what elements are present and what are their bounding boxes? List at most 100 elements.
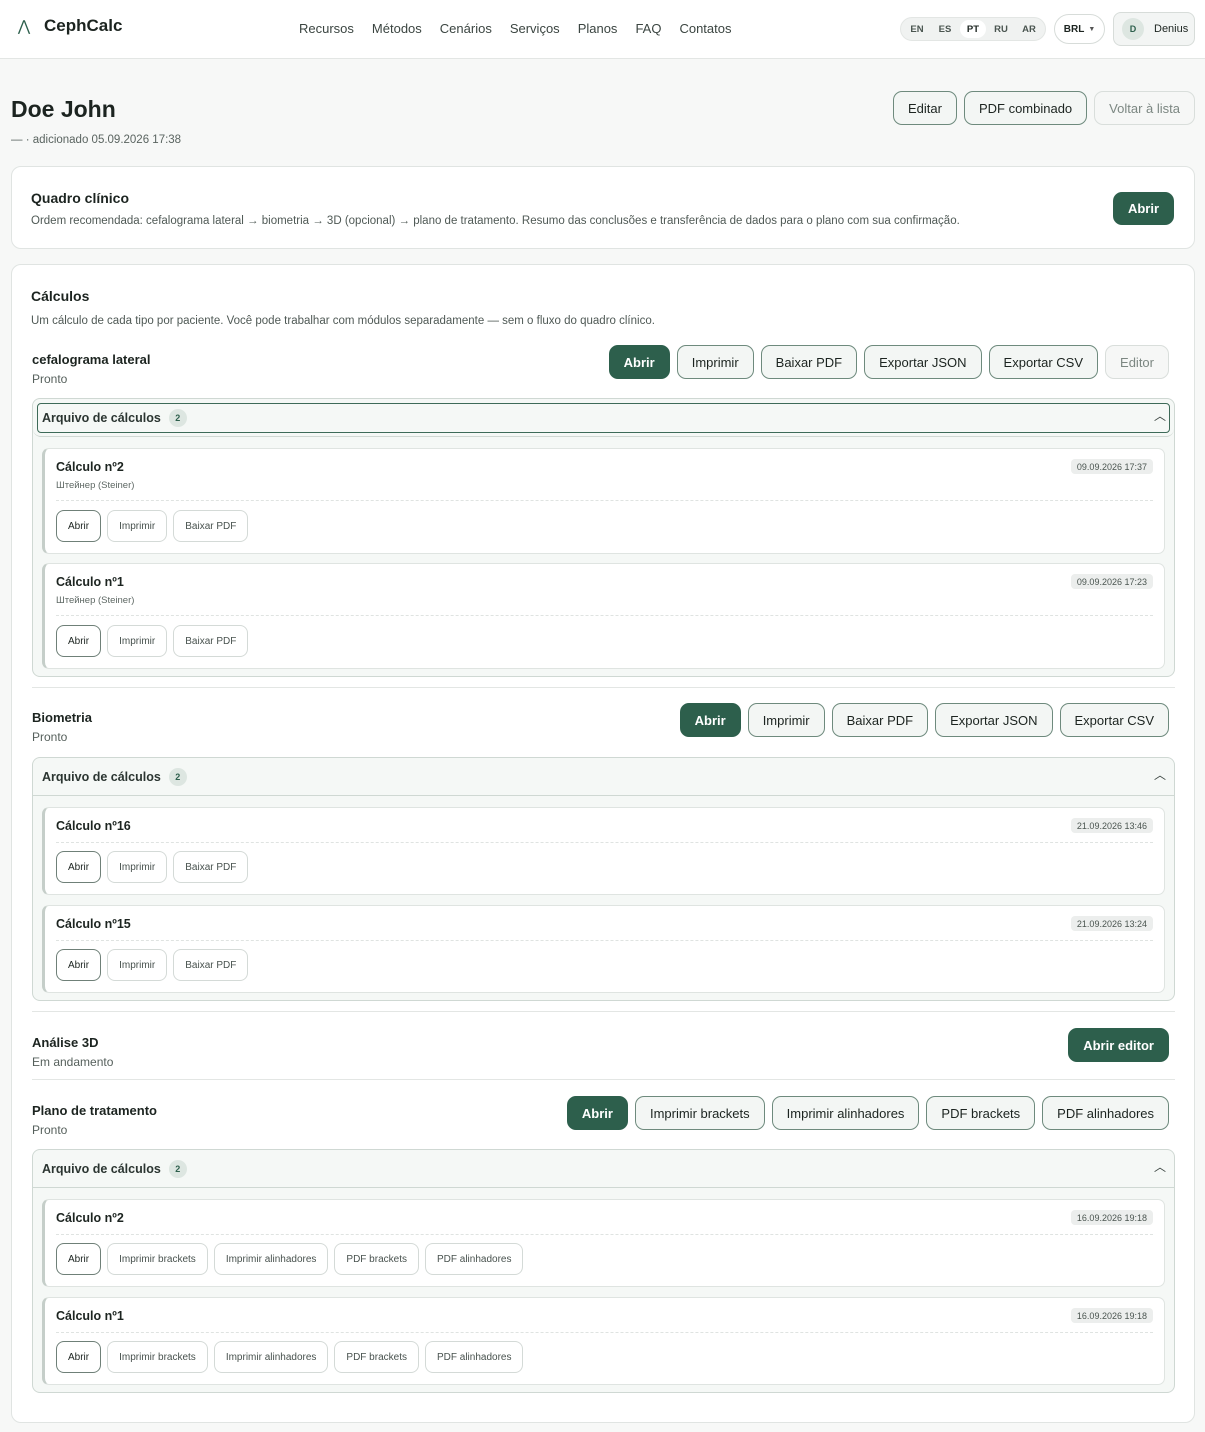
nav-link-cenarios[interactable]: Cenários [440,21,492,36]
archive-header[interactable]: Arquivo de cálculos 2 ︿ [33,399,1174,437]
calc-open-button[interactable]: Abrir [56,949,102,981]
module-divider [32,1079,1175,1080]
calc-title: Cálculo nº1 [56,1309,124,1323]
calc-open-button[interactable]: Abrir [56,1243,102,1275]
calculations-title: Cálculos [31,288,90,304]
module-biometry: Biometria Pronto Abrir Imprimir Baixar P… [32,703,1175,750]
calc-print-button[interactable]: Imprimir [107,949,168,981]
module-divider [32,1011,1175,1012]
calc-open-button[interactable]: Abrir [56,851,102,883]
calc-item: Cálculo nº2 16.09.2026 19:18 Abrir Impri… [42,1199,1165,1287]
calc-date: 09.09.2026 17:23 [1070,574,1153,589]
calc-download-pdf-button[interactable]: Baixar PDF [173,625,249,657]
calc-print-button[interactable]: Imprimir [107,625,168,657]
module-name: cefalograma lateral [32,352,151,367]
nav-link-planos[interactable]: Planos [578,21,618,36]
currency-select[interactable]: BRL ▼ [1054,14,1105,44]
export-csv-button[interactable]: Exportar CSV [988,345,1099,379]
logo-text: CephCalc [44,16,123,35]
divider [56,1234,1153,1235]
archive-biometry: Arquivo de cálculos 2 ︿ Cálculo nº16 21.… [32,757,1175,1001]
nav-link-metodos[interactable]: Métodos [372,21,422,36]
open-button[interactable]: Abrir [608,345,670,379]
module-actions: Abrir Imprimir brackets Imprimir alinhad… [566,1096,1169,1130]
export-csv-button[interactable]: Exportar CSV [1059,703,1169,737]
divider [56,940,1153,941]
calc-download-pdf-button[interactable]: Baixar PDF [173,949,249,981]
edit-button[interactable]: Editar [892,91,957,125]
archive-header[interactable]: Arquivo de cálculos 2 ︿ [33,758,1174,796]
calc-download-pdf-button[interactable]: Baixar PDF [173,510,249,542]
lang-es[interactable]: ES [932,20,958,38]
calc-print-aligners-button[interactable]: Imprimir alinhadores [213,1243,329,1275]
logo[interactable]: ⋀ CephCalc [14,16,123,36]
print-button[interactable]: Imprimir [676,345,754,379]
page-title: Doe John [11,96,116,122]
module-actions: Abrir Imprimir Baixar PDF Exportar JSON … [679,703,1169,737]
count-badge: 2 [168,767,187,786]
count-badge: 2 [168,1159,187,1178]
lang-ar[interactable]: AR [1016,20,1042,38]
calc-print-button[interactable]: Imprimir [107,851,168,883]
module-status: Pronto [32,730,68,744]
module-actions: Abrir editor [1068,1028,1169,1062]
module-name: Plano de tratamento [32,1103,157,1118]
print-aligners-button[interactable]: Imprimir alinhadores [771,1096,920,1130]
nav-link-recursos[interactable]: Recursos [299,21,354,36]
lang-pt[interactable]: PT [960,20,986,38]
export-json-button[interactable]: Exportar JSON [864,345,982,379]
calc-pdf-brackets-button[interactable]: PDF brackets [334,1243,419,1275]
module-ceph: cefalograma lateral Pronto Abrir Imprimi… [32,345,1175,392]
chevron-up-icon[interactable]: ︿ [1154,410,1166,422]
calc-print-brackets-button[interactable]: Imprimir brackets [107,1341,208,1373]
calc-actions: Abrir Imprimir Baixar PDF [56,625,249,657]
module-actions: Abrir Imprimir Baixar PDF Exportar JSON … [608,345,1169,379]
chevron-up-icon[interactable]: ︿ [1154,769,1166,781]
calc-print-brackets-button[interactable]: Imprimir brackets [107,1243,208,1275]
calc-print-aligners-button[interactable]: Imprimir alinhadores [213,1341,329,1373]
calc-open-button[interactable]: Abrir [56,625,102,657]
nav-link-servicos[interactable]: Serviços [510,21,560,36]
calc-title: Cálculo nº2 [56,460,124,474]
calculations-description: Um cálculo de cada tipo por paciente. Vo… [31,315,655,327]
lang-ru[interactable]: RU [988,20,1014,38]
nav-link-contatos[interactable]: Contatos [679,21,731,36]
back-to-list-button[interactable]: Voltar à lista [1094,91,1195,125]
top-navigation-bar: ⋀ CephCalc Recursos Métodos Cenários Ser… [0,0,1205,59]
pdf-aligners-button[interactable]: PDF alinhadores [1042,1096,1169,1130]
calc-actions: Abrir Imprimir Baixar PDF [56,851,249,883]
lang-en[interactable]: EN [904,20,930,38]
calc-open-button[interactable]: Abrir [56,1341,102,1373]
calc-pdf-aligners-button[interactable]: PDF alinhadores [424,1341,524,1373]
calculations-card: Cálculos Um cálculo de cada tipo por pac… [11,264,1195,1423]
open-button[interactable]: Abrir [679,703,741,737]
editor-button[interactable]: Editor [1105,345,1169,379]
print-brackets-button[interactable]: Imprimir brackets [634,1096,765,1130]
calc-print-button[interactable]: Imprimir [107,510,168,542]
archive-header[interactable]: Arquivo de cálculos 2 ︿ [33,1150,1174,1188]
chevron-down-icon: ▼ [1088,25,1096,33]
open-editor-button[interactable]: Abrir editor [1068,1028,1169,1062]
calc-item: Cálculo nº1 16.09.2026 19:18 Abrir Impri… [42,1297,1165,1385]
calc-open-button[interactable]: Abrir [56,510,102,542]
nav-link-faq[interactable]: FAQ [635,21,661,36]
pdf-brackets-button[interactable]: PDF brackets [926,1096,1036,1130]
download-pdf-button[interactable]: Baixar PDF [831,703,929,737]
calc-method: Штейнер (Steiner) [56,595,135,606]
calc-download-pdf-button[interactable]: Baixar PDF [173,851,249,883]
open-button[interactable]: Abrir [566,1096,628,1130]
calc-date: 16.09.2026 19:18 [1070,1308,1153,1323]
export-json-button[interactable]: Exportar JSON [935,703,1053,737]
chevron-up-icon[interactable]: ︿ [1154,1161,1166,1173]
user-menu[interactable]: D Denius [1113,12,1195,46]
download-pdf-button[interactable]: Baixar PDF [760,345,858,379]
calc-pdf-brackets-button[interactable]: PDF brackets [334,1341,419,1373]
clinical-title: Quadro clínico [31,190,130,206]
module-treatment-plan: Plano de tratamento Pronto Abrir Imprimi… [32,1096,1175,1143]
combined-pdf-button[interactable]: PDF combinado [963,91,1088,125]
calc-pdf-aligners-button[interactable]: PDF alinhadores [424,1243,524,1275]
clinical-card: Quadro clínico Ordem recomendada: cefalo… [11,166,1195,249]
print-button[interactable]: Imprimir [747,703,825,737]
clinical-open-button[interactable]: Abrir [1113,192,1174,225]
calc-title: Cálculo nº15 [56,917,131,931]
